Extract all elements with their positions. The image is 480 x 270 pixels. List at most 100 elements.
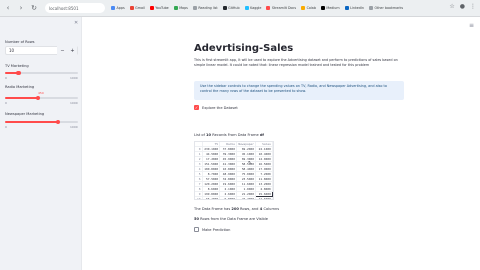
table-cell[interactable]: 24.2000 [236,196,257,199]
profile-icon[interactable]: ● [460,3,465,10]
table-row: 6 57.5000 32.8000 23.5000 11.8000 [195,176,273,183]
more-icon[interactable]: ⋮ [470,3,476,10]
bookmark-item[interactable]: Medium [320,6,340,10]
table-row: 9 199.8000 2.6000 21.2000 15.6000 [195,191,273,198]
table-cell[interactable]: 45.9000 [219,156,238,163]
table-cell[interactable]: 12.6000 [255,196,273,199]
bookmark-item[interactable]: Other bookmarks [368,6,403,10]
table-cell[interactable]: 19.6000 [219,181,238,188]
radio-slider[interactable] [5,95,78,100]
hamburger-icon[interactable]: ≡ [469,22,474,29]
table-row: 7 120.2000 19.6000 11.6000 13.2000 [195,181,273,188]
bookmark-label: Maps [179,6,188,10]
table-row: 0 230.1000 37.8000 69.2000 22.1000 [195,146,273,153]
page-title: Adevrtising-Sales [194,43,294,54]
table-cell[interactable]: 180.8000 [202,166,221,173]
bookmark-item[interactable]: Reading list [192,6,218,10]
info-box: Use the sidebar controls to change the s… [194,81,404,100]
bookmark-item[interactable]: Streamlit Docs [266,6,296,10]
newspaper-slider-thumb[interactable] [55,119,61,124]
bookmark-favicon-icon [320,6,325,10]
table-cell[interactable]: 15.6000 [255,191,273,198]
bookmark-label: Medium [326,6,340,10]
bookmark-favicon-icon [129,6,134,10]
table-cell[interactable]: 16.5000 [255,161,273,168]
bookmark-item[interactable]: YouTube [149,6,169,10]
column-header[interactable]: Newspaper [236,142,257,148]
tv-slider-thumb[interactable] [16,70,21,75]
bookmark-item[interactable]: GitHub [222,6,240,10]
table-cell[interactable]: 39.3000 [219,151,238,158]
bookmark-item[interactable]: Colab [301,6,316,10]
rows-number-input[interactable]: 10 − + [5,46,78,55]
table-row: 4 180.8000 10.8000 58.4000 17.9000 [195,166,273,173]
reload-icon[interactable]: ↻ [29,3,39,13]
make-prediction-checkbox[interactable]: Make Prediction [194,227,230,232]
bookmark-label: Reading list [198,6,218,10]
dataframe-table[interactable]: TV Radio Newspaper Sales 0 230.1000 37.8000 69… [194,141,274,200]
increment-button[interactable]: + [67,46,77,55]
table-cell[interactable]: 37.8000 [219,146,238,153]
table-cell[interactable]: 48.9000 [219,171,238,178]
radio-slider-max: 1000 [70,101,78,105]
tv-slider-max: 1000 [70,76,78,80]
bookmark-label: YouTube [155,6,169,10]
bookmark-favicon-icon [344,6,349,10]
explore-dataset-checkbox[interactable]: ✓ Explore the Dataset [194,105,238,110]
tv-slider-min: 0 [5,76,7,80]
table-cell[interactable]: 199.8000 [202,191,221,198]
bookmark-favicon-icon [301,6,306,10]
records-list-label: List of 10 Records From Data Frame df [194,133,264,137]
newspaper-slider[interactable] [5,119,78,124]
close-icon[interactable]: ✕ [74,20,78,26]
table-cell[interactable]: 32.8000 [219,176,238,183]
bookmark-label: Streamlit Docs [271,6,297,10]
table-row: 1 44.5000 39.3000 45.1000 10.4000 [195,151,273,158]
table-cell[interactable]: 5.8000 [219,196,238,199]
table-cell[interactable]: 22.1000 [255,146,273,153]
radio-slider-fill [5,97,38,99]
table-row: 3 151.5000 41.3000 58.5000 16.5000 [195,161,273,168]
bookmark-favicon-icon [149,6,154,10]
table-cell[interactable]: 10.4000 [255,151,273,158]
table-cell[interactable]: 230.1000 [202,146,221,153]
table-cell[interactable]: 10.8000 [219,166,238,173]
address-bar[interactable]: localhost:8501 [45,3,105,13]
table-row: 2 17.2000 45.9000 69.3000 12.0000 [195,156,273,163]
table-cell[interactable]: 151.5000 [202,161,221,168]
radio-slider-value: 450 [38,91,44,95]
table-cell[interactable]: 17.9000 [255,166,273,173]
bookmark-item[interactable]: LinkedIn [344,6,364,10]
bookmark-label: Apps [116,6,125,10]
table-cell[interactable]: 13.2000 [255,181,273,188]
row-index-cell[interactable]: 10 [195,196,203,199]
table-row: 10 66.1000 5.8000 24.2000 12.6000 [195,196,273,199]
decrement-button[interactable]: − [57,46,67,55]
table-cell[interactable]: 11.8000 [255,176,273,183]
table-cell[interactable]: 66.1000 [202,196,221,199]
checkbox-unchecked-icon[interactable] [194,227,199,232]
bookmark-item[interactable]: Kaggle [244,6,261,10]
bookmark-item[interactable]: Gmail [129,6,145,10]
bookmark-item[interactable]: Apps [111,6,125,10]
table-cell[interactable]: 120.2000 [202,181,221,188]
newspaper-slider-min: 0 [5,125,7,129]
bookmark-item[interactable]: Maps [173,6,188,10]
table-cell[interactable]: 41.3000 [219,161,238,168]
intro-text: This is first streamlit app, It will be … [194,58,398,67]
newspaper-slider-max: 1000 [70,125,78,129]
tv-slider[interactable] [5,70,78,75]
back-icon[interactable]: ‹ [3,3,13,13]
table-cell[interactable]: 12.0000 [255,156,273,163]
bookmark-label: Gmail [135,6,145,10]
mouse-cursor-icon: ↖ [248,160,253,166]
radio-slider-thumb[interactable] [35,95,41,100]
checkbox-checked-icon[interactable]: ✓ [194,105,199,110]
star-icon[interactable]: ☆ [449,3,454,10]
rows-value[interactable]: 10 [6,48,57,53]
radio-slider-label: Radio Marketing [5,85,35,89]
bookmark-favicon-icon [368,6,373,10]
browser-toolbar: ‹ › ↻ localhost:8501 Apps Gmail YouTube Map… [0,0,480,17]
explore-dataset-label: Explore the Dataset [202,105,238,110]
forward-icon[interactable]: › [16,3,26,13]
